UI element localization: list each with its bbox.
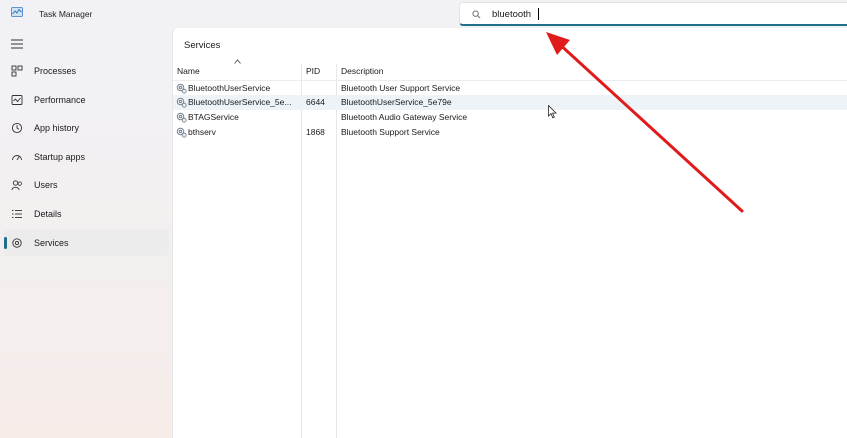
- search-icon: [472, 10, 481, 19]
- service-pid: 1868: [306, 127, 325, 137]
- search-input[interactable]: [492, 7, 822, 21]
- service-description: Bluetooth User Support Service: [341, 83, 461, 93]
- processes-icon: [11, 65, 23, 77]
- service-name: BluetoothUserService_5e...: [188, 97, 292, 107]
- service-description: BluetoothUserService_5e79e: [341, 97, 452, 107]
- mouse-pointer-icon: [548, 105, 557, 119]
- sidebar-item-startup-apps[interactable]: Startup apps: [4, 144, 169, 170]
- app-history-icon: [11, 123, 23, 134]
- column-header-name[interactable]: Name: [177, 66, 200, 76]
- task-manager-app-icon: [11, 7, 23, 17]
- sidebar-item-users[interactable]: Users: [4, 172, 169, 198]
- service-gear-icon: [176, 112, 187, 123]
- sidebar-item-label: App history: [34, 123, 80, 134]
- service-pid: 6644: [306, 97, 325, 107]
- search-box[interactable]: [459, 2, 847, 26]
- table-row[interactable]: BTAGService Bluetooth Audio Gateway Serv…: [173, 110, 847, 125]
- title-bar: Task Manager: [0, 0, 847, 28]
- service-description: Bluetooth Audio Gateway Service: [341, 112, 468, 122]
- sidebar-item-label: Processes: [34, 66, 77, 76]
- sidebar-item-label: Services: [34, 237, 69, 248]
- service-gear-icon: [176, 127, 187, 138]
- users-icon: [11, 180, 22, 191]
- table-row[interactable]: bthserv 1868 Bluetooth Support Service: [173, 125, 847, 140]
- window-title: Task Manager: [39, 9, 93, 19]
- sidebar-item-label: Details: [34, 208, 62, 219]
- services-panel: Services Name PID Description BluetoothU…: [172, 28, 847, 438]
- table-row[interactable]: BluetoothUserService Bluetooth User Supp…: [173, 81, 847, 96]
- column-header-pid[interactable]: PID: [306, 66, 320, 76]
- sidebar-item-app-history[interactable]: App history: [4, 115, 169, 141]
- details-icon: [12, 209, 22, 218]
- startup-apps-icon: [12, 154, 22, 161]
- sidebar-item-label: Performance: [34, 94, 86, 105]
- sidebar-item-label: Startup apps: [34, 151, 86, 162]
- table-row[interactable]: BluetoothUserService_5e... 6644 Bluetoot…: [173, 95, 847, 110]
- sort-ascending-icon: [234, 59, 241, 64]
- service-gear-icon: [176, 83, 187, 94]
- service-name: BTAGService: [188, 112, 239, 122]
- sidebar-item-label: Users: [34, 180, 58, 191]
- text-caret: [538, 8, 539, 20]
- service-name: bthserv: [188, 127, 216, 137]
- sidebar-item-performance[interactable]: Performance: [4, 87, 169, 113]
- sidebar-item-details[interactable]: Details: [4, 201, 169, 227]
- hamburger-menu-icon[interactable]: [11, 39, 23, 49]
- service-name: BluetoothUserService: [188, 83, 271, 93]
- service-gear-icon: [176, 97, 187, 108]
- page-title: Services: [184, 40, 221, 51]
- sidebar-nav: Processes Performance App history Startu…: [4, 58, 169, 258]
- active-indicator: [4, 236, 7, 249]
- performance-icon: [11, 94, 23, 105]
- sidebar-item-services[interactable]: Services: [4, 229, 169, 256]
- services-icon: [12, 237, 22, 248]
- sidebar-item-processes[interactable]: Processes: [4, 58, 169, 84]
- column-header-description[interactable]: Description: [341, 66, 384, 76]
- service-description: Bluetooth Support Service: [341, 127, 440, 137]
